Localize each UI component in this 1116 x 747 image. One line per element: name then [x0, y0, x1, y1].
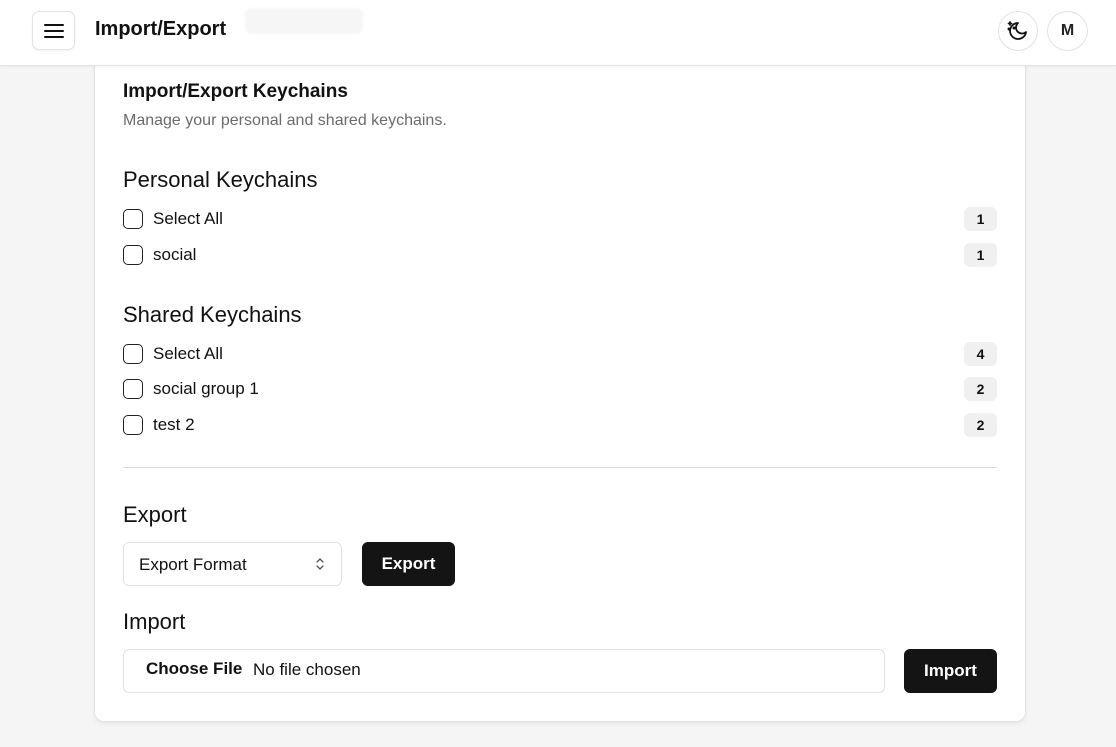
count-badge: 4	[964, 342, 997, 366]
row-label: Select All	[153, 209, 223, 228]
keychain-row-social-group-1[interactable]: social group 1 2	[123, 377, 997, 401]
choose-file-button[interactable]: Choose File	[146, 659, 242, 679]
card-description: Manage your personal and shared keychain…	[123, 112, 447, 129]
row-label: Select All	[153, 344, 223, 363]
keychain-row-social[interactable]: social 1	[123, 243, 997, 267]
shared-select-all-checkbox[interactable]	[123, 344, 143, 364]
keychain-checkbox[interactable]	[123, 379, 143, 399]
count-badge: 2	[964, 377, 997, 401]
theme-toggle-button[interactable]	[998, 11, 1038, 51]
export-button[interactable]: Export	[362, 542, 455, 586]
shared-keychains-title: Shared Keychains	[123, 302, 302, 327]
count-badge: 1	[964, 207, 997, 231]
menu-button[interactable]	[32, 11, 75, 50]
row-label: test 2	[153, 415, 195, 434]
chevron-up-down-icon	[316, 558, 324, 570]
card-title: Import/Export Keychains	[123, 81, 348, 102]
shared-select-all-row[interactable]: Select All 4	[123, 342, 997, 366]
header-ghost-bar	[245, 8, 363, 34]
export-title: Export	[123, 502, 187, 527]
hamburger-menu-icon	[43, 23, 64, 38]
moon-stars-icon	[1007, 21, 1027, 40]
section-divider	[123, 467, 997, 468]
count-badge: 2	[964, 413, 997, 437]
import-button[interactable]: Import	[904, 649, 997, 693]
keychain-checkbox[interactable]	[123, 245, 143, 265]
personal-keychains-title: Personal Keychains	[123, 167, 318, 192]
keychain-row-test-2[interactable]: test 2 2	[123, 413, 997, 437]
import-title: Import	[123, 609, 186, 634]
export-format-value: Export Format	[139, 555, 247, 574]
personal-select-all-row[interactable]: Select All 1	[123, 207, 997, 231]
page-title: Import/Export	[95, 18, 227, 40]
export-format-select[interactable]: Export Format	[123, 542, 342, 586]
top-header: Import/Export M	[0, 0, 1116, 66]
row-label: social group 1	[153, 379, 259, 398]
file-status-text: No file chosen	[253, 660, 361, 679]
keychain-checkbox[interactable]	[123, 415, 143, 435]
personal-select-all-checkbox[interactable]	[123, 209, 143, 229]
user-avatar[interactable]: M	[1047, 11, 1088, 51]
count-badge: 1	[964, 243, 997, 267]
import-file-input[interactable]: Choose File No file chosen	[123, 649, 885, 693]
row-label: social	[153, 245, 197, 264]
